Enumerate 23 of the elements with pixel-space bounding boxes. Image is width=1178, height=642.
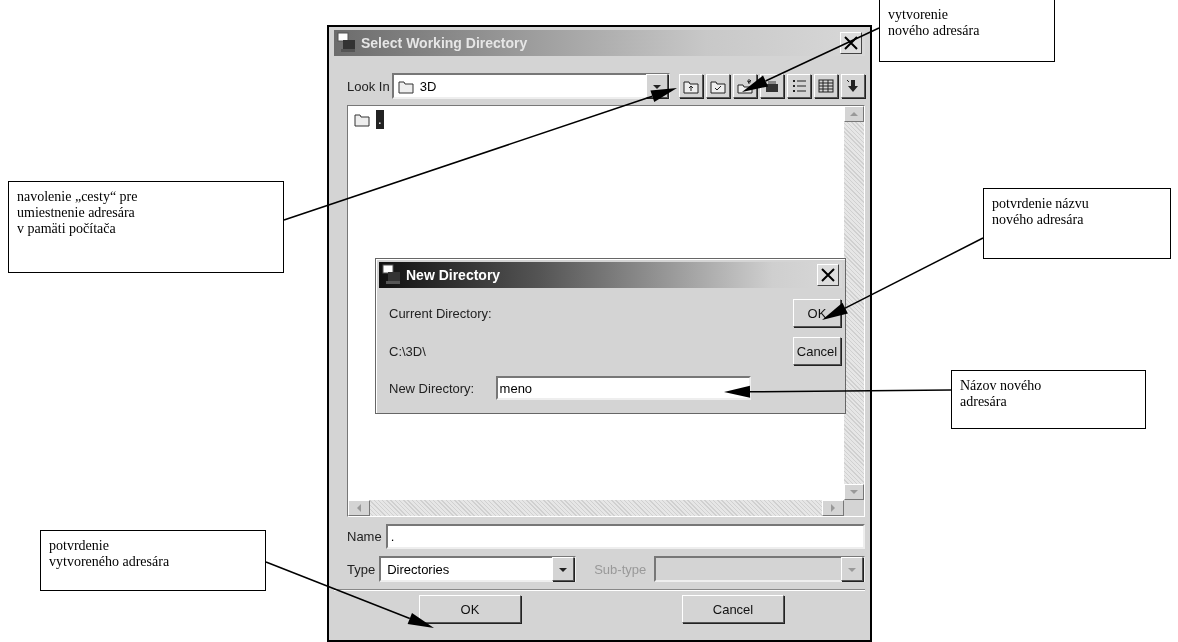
name-field[interactable]: . (385, 524, 865, 549)
callout-box: navolenie „cesty“ pre umiestnenie adresára v pamäti počítača (8, 181, 284, 273)
type-label: Type (347, 561, 376, 577)
cancel-button[interactable]: Cancel (682, 595, 784, 623)
callout-box: potvrdenie vytvoreného adresára (40, 530, 266, 591)
window-title: New Directory (406, 267, 502, 283)
new-directory-label: New Directory: (389, 380, 476, 396)
current-directory-label: Current Directory: (389, 305, 492, 321)
type-dropdown[interactable]: Directories (379, 556, 577, 582)
window-title: Select Working Directory (361, 35, 529, 51)
callout-box: vytvorenie nového adresára (879, 0, 1055, 62)
look-in-label: Look In (347, 78, 390, 94)
file-item[interactable]: . (376, 110, 384, 129)
sub-type-label: Sub-type (594, 561, 647, 577)
current-directory-path: C:\3D\ (389, 343, 427, 359)
ok-button[interactable]: OK (793, 299, 841, 327)
cancel-button[interactable]: Cancel (793, 337, 841, 365)
name-label: Name (347, 529, 382, 544)
callout-box: Názov nového adresára (951, 370, 1146, 429)
new-directory-field[interactable]: meno (495, 376, 751, 400)
look-in-dropdown[interactable]: 3D (391, 73, 670, 99)
ok-button[interactable]: OK (419, 595, 521, 623)
callout-box: potvrdenie názvu nového adresára (983, 188, 1171, 259)
